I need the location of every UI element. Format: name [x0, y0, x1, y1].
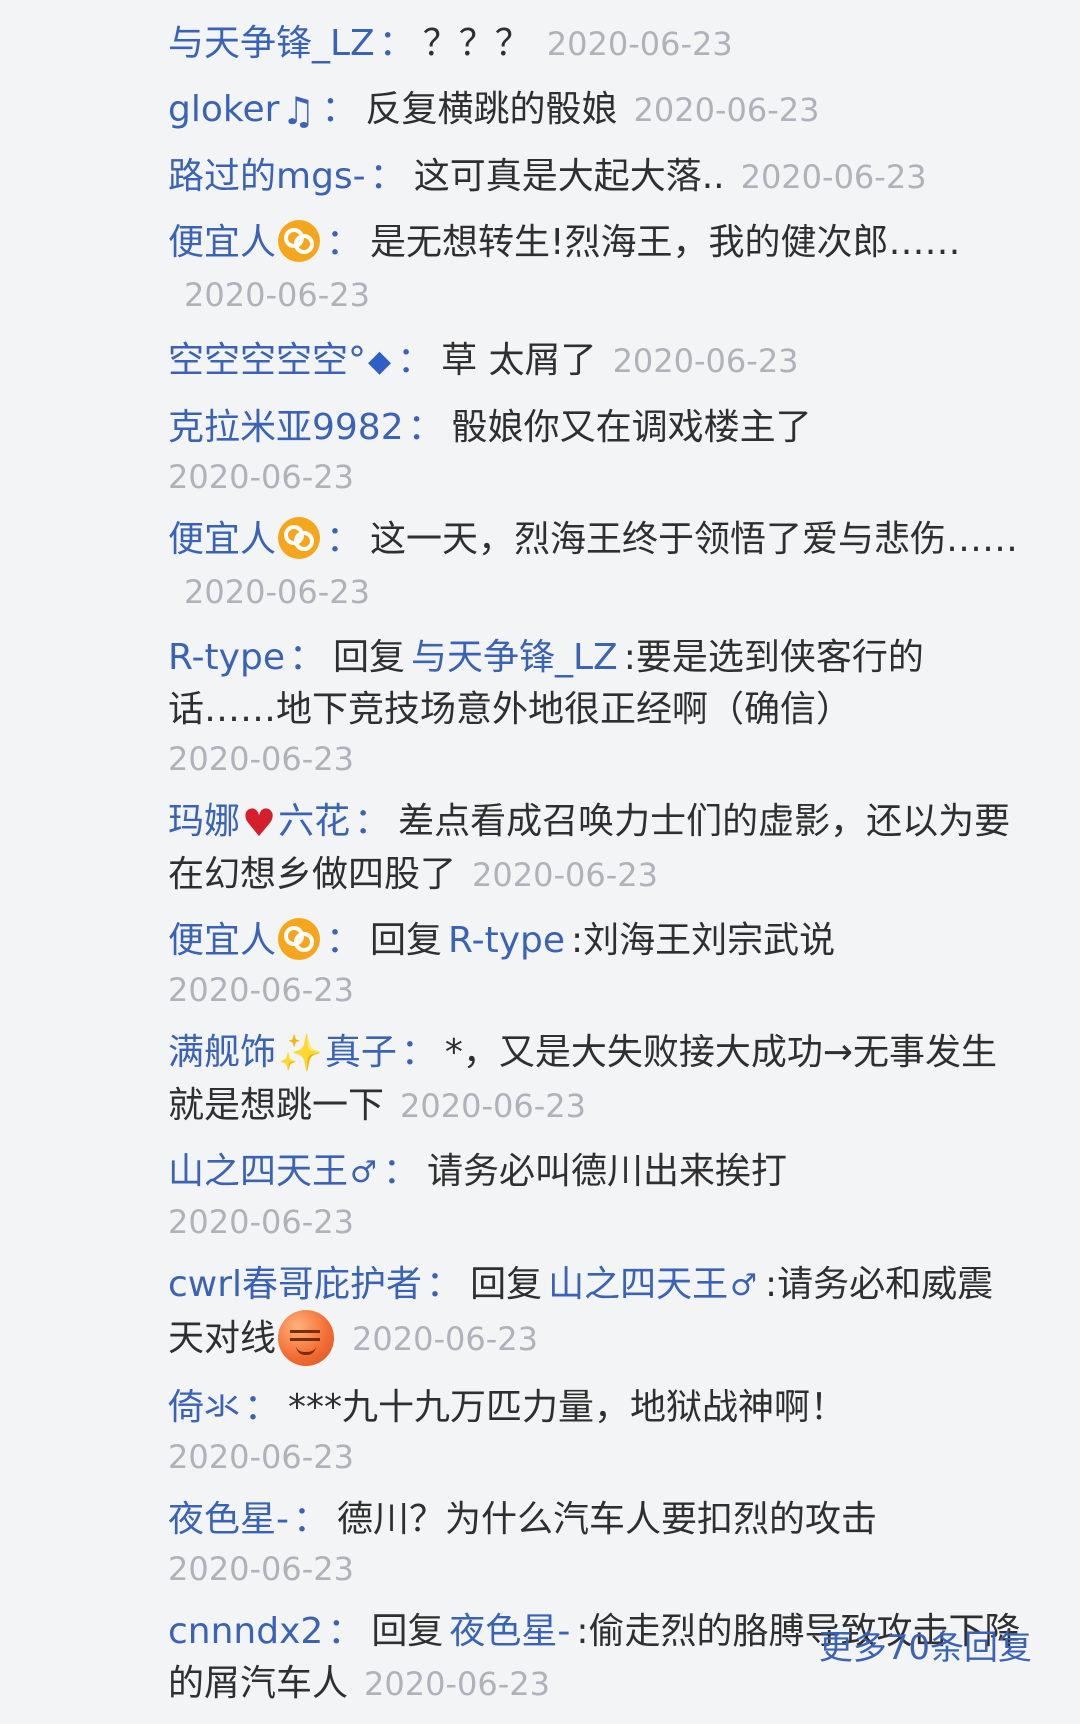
reply-list: 与天争锋_LZ：？？？ 2020-06-23 gloker♫：反复横跳的骰娘 202… — [168, 18, 1028, 1724]
more-replies-link[interactable]: 更多70条回复 — [819, 1620, 1032, 1669]
reply-username[interactable]: 真子 — [325, 1032, 397, 1073]
reply-username[interactable]: 克拉米亚9982 — [168, 407, 404, 448]
reply-username[interactable]: 便宜人 — [168, 222, 276, 263]
reply-item: 倚氺： ***九十九万匹力量，地狱战神啊！ 2020-06-23 — [168, 1382, 1028, 1480]
reply-item: 满舰饰✨真子： *，又是大失败接大成功→无事发生就是想跳一下 2020-06-23 — [168, 1027, 1028, 1132]
reply-item: 与天争锋_LZ：？？？ 2020-06-23 — [168, 18, 1028, 70]
reply-username[interactable]: cnnndx2 — [168, 1611, 323, 1652]
mention-name: 山之四天王 — [548, 1264, 729, 1305]
reply-username[interactable]: 夜色星- — [168, 1499, 289, 1540]
reply-username[interactable]: 路过的mgs- — [168, 156, 366, 197]
reply-timestamp: 2020-06-23 — [400, 1087, 586, 1125]
reply-colon: ： — [382, 1151, 419, 1192]
blue-diamond-icon: ◆ — [368, 344, 392, 379]
reply-timestamp: 2020-06-23 — [168, 740, 354, 778]
sparkle-icon: ✨ — [278, 1033, 323, 1074]
reply-timestamp: 2020-06-23 — [168, 458, 354, 496]
reply-text: 请务必叫德川出来挨打 — [426, 1151, 787, 1192]
reply-username[interactable]: 山之四天王 — [168, 1151, 348, 1192]
cancer-zodiac-icon — [278, 517, 321, 559]
cancer-zodiac-icon — [278, 220, 321, 262]
reply-username[interactable]: 满舰饰 — [168, 1032, 276, 1073]
reply-username[interactable]: 便宜人 — [168, 519, 276, 560]
reply-mention[interactable]: 与天争锋_LZ — [411, 637, 618, 678]
reply-text: :刘海王刘宗武说 — [571, 920, 836, 961]
reply-item: 空空空空空°◆：草 太屑了 2020-06-23 — [168, 335, 1028, 388]
reply-username[interactable]: 便宜人 — [168, 920, 276, 961]
reply-colon: ： — [369, 156, 406, 197]
reply-username[interactable]: R-type — [168, 637, 285, 678]
reply-mention[interactable]: R-type — [448, 920, 565, 961]
reply-colon: ： — [400, 1032, 437, 1073]
reply-colon: ： — [426, 1264, 463, 1305]
reply-username[interactable]: cwrl春哥庇护者 — [168, 1264, 422, 1305]
reply-colon: ： — [326, 519, 363, 560]
reply-colon: ： — [326, 222, 363, 263]
reply-item: cwrl春哥庇护者：回复 山之四天王♂:请务必和威震天对线 2020-06-23 — [168, 1259, 1028, 1368]
reply-mention[interactable]: 山之四天王♂ — [548, 1264, 759, 1305]
reply-colon: ： — [293, 1499, 330, 1540]
reply-timestamp: 2020-06-23 — [168, 1203, 354, 1241]
reply-colon: ： — [326, 920, 363, 961]
reply-item: 玛娜♥六花：差点看成召唤力士们的虚影，还以为要在幻想乡做四股了 2020-06-2… — [168, 796, 1028, 901]
reply-text: 德川？为什么汽车人要扣烈的攻击 — [337, 1499, 878, 1540]
reply-timestamp: 2020-06-23 — [168, 1550, 354, 1588]
reply-text: 草 太屑了 — [441, 340, 597, 381]
reply-item: 克拉米亚9982：骰娘你又在调戏楼主了 2020-06-23 — [168, 402, 1028, 500]
reply-colon: ： — [354, 801, 391, 842]
reply-timestamp: 2020-06-23 — [184, 573, 370, 611]
cancer-zodiac-icon — [278, 918, 321, 960]
reply-username[interactable]: 六花 — [278, 801, 350, 842]
reply-timestamp: 2020-06-23 — [364, 1665, 550, 1703]
reply-username[interactable]: 倚氺 — [168, 1387, 240, 1428]
reply-timestamp: 2020-06-23 — [168, 971, 354, 1009]
reply-timestamp: 2020-06-23 — [352, 1320, 538, 1358]
reply-timestamp: 2020-06-23 — [740, 158, 927, 196]
reply-colon: ： — [244, 1387, 281, 1428]
male-symbol-icon: ♂ — [730, 1268, 757, 1303]
reply-colon: ： — [378, 23, 415, 64]
reply-username[interactable]: 空空空空空° — [168, 340, 366, 381]
smug-face-emoji-icon — [278, 1310, 335, 1366]
reply-text: ？？？ — [422, 23, 531, 64]
reply-timestamp: 2020-06-23 — [546, 25, 733, 63]
reply-colon: ： — [397, 340, 434, 381]
reply-colon: ： — [321, 89, 358, 130]
reply-text: ***九十九万匹力量，地狱战神啊！ — [288, 1387, 847, 1428]
reply-colon: ： — [327, 1611, 364, 1652]
reply-label: 回复 — [371, 1611, 444, 1652]
reply-text: 这一天，烈海王终于领悟了爱与悲伤…… — [370, 519, 1019, 560]
reply-label: 回复 — [470, 1264, 543, 1305]
reply-item: 山之四天王♂：请务必叫德川出来挨打 2020-06-23 — [168, 1146, 1028, 1245]
reply-text: 反复横跳的骰娘 — [365, 89, 618, 130]
reply-item: 便宜人 ：回复 R-type:刘海王刘宗武说 2020-06-23 — [168, 915, 1028, 1013]
reply-timestamp: 2020-06-23 — [633, 91, 820, 129]
reply-colon: ： — [407, 407, 444, 448]
reply-text: 这可真是大起大落.. — [413, 156, 725, 197]
reply-item: gloker♫：反复横跳的骰娘 2020-06-23 — [168, 84, 1028, 137]
reply-item: 路过的mgs-：这可真是大起大落.. 2020-06-23 — [168, 151, 1028, 203]
reply-label: 回复 — [370, 920, 443, 961]
reply-mention[interactable]: 夜色星- — [449, 1611, 570, 1652]
reply-username[interactable]: 玛娜 — [168, 801, 240, 842]
reply-timestamp: 2020-06-23 — [612, 342, 799, 380]
reply-timestamp: 2020-06-23 — [168, 1438, 354, 1476]
reply-label: 回复 — [332, 637, 405, 678]
music-note-icon: ♫ — [281, 89, 316, 133]
reply-username[interactable]: 与天争锋_LZ — [168, 23, 375, 64]
reply-item: 夜色星-：德川？为什么汽车人要扣烈的攻击 2020-06-23 — [168, 1494, 1028, 1592]
reply-item: R-type：回复 与天争锋_LZ:要是选到侠客行的话……地下竞技场意外地很正经啊… — [168, 632, 1028, 782]
reply-text: 是无想转生!烈海王，我的健次郎…… — [370, 222, 961, 263]
reply-timestamp: 2020-06-23 — [472, 856, 658, 894]
reply-colon: ： — [288, 637, 325, 678]
reply-timestamp: 2020-06-23 — [184, 276, 370, 314]
heart-arrow-icon: ♥ — [242, 801, 277, 845]
reply-username[interactable]: gloker — [168, 89, 279, 130]
male-symbol-icon: ♂ — [350, 1155, 377, 1190]
reply-item: 便宜人 ：是无想转生!烈海王，我的健次郎……2020-06-23 — [168, 217, 1028, 321]
reply-text: 骰娘你又在调戏楼主了 — [451, 407, 812, 448]
reply-item: 便宜人 ：这一天，烈海王终于领悟了爱与悲伤……2020-06-23 — [168, 514, 1028, 618]
